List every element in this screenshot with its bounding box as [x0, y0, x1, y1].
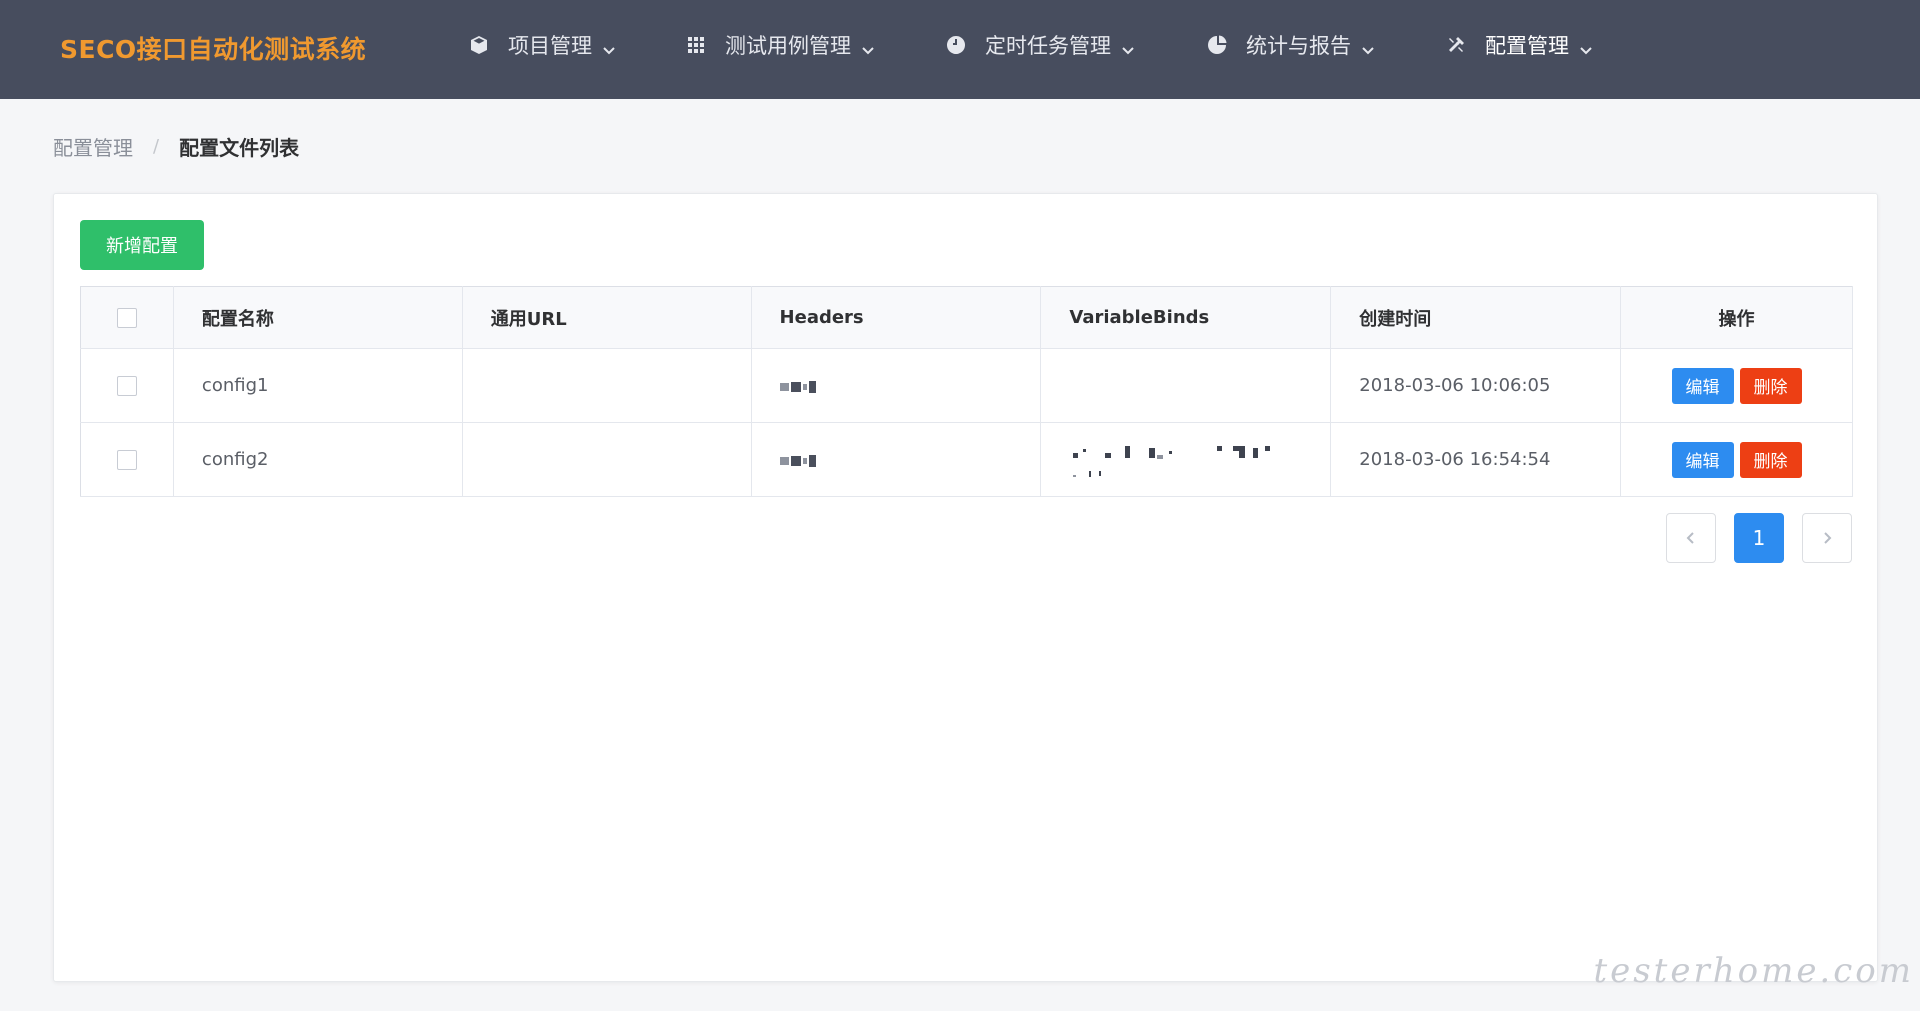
chevron-down-icon	[1579, 38, 1593, 55]
nav-label: 项目管理	[508, 34, 592, 58]
headers-cell	[751, 348, 1042, 423]
redacted-content	[779, 381, 816, 393]
grid-icon	[685, 34, 707, 56]
created-time-cell: 2018-03-06 10:06:05	[1330, 348, 1622, 423]
table-row: config1 2018-03-06 10:06:05 编辑 删除	[80, 348, 1853, 423]
redacted-content	[1069, 435, 1330, 485]
chevron-down-icon	[1361, 38, 1375, 55]
nav-config-management[interactable]: 配置管理	[1445, 28, 1593, 62]
breadcrumb-separator: /	[153, 136, 160, 157]
config-list-card: 新增配置 配置名称 通用URL Headers VariableBinds 创建…	[53, 193, 1878, 982]
actions-cell: 编辑 删除	[1620, 348, 1853, 423]
config-url-cell	[462, 348, 752, 423]
chevron-down-icon	[861, 38, 875, 55]
nav-label: 测试用例管理	[725, 34, 851, 58]
chevron-left-icon	[1686, 532, 1694, 544]
row-checkbox[interactable]	[116, 376, 137, 396]
pagination: 1	[1666, 513, 1852, 563]
nav-project-management[interactable]: 项目管理	[468, 28, 616, 62]
clock-icon	[945, 34, 967, 56]
created-time-cell: 2018-03-06 16:54:54	[1330, 422, 1622, 497]
column-header-variablebinds: VariableBinds	[1040, 286, 1332, 349]
column-header-created: 创建时间	[1330, 286, 1622, 349]
nav-label: 配置管理	[1485, 34, 1569, 58]
delete-button[interactable]: 删除	[1739, 367, 1802, 404]
tools-icon	[1445, 34, 1467, 56]
variablebinds-cell	[1040, 348, 1332, 423]
nav-scheduled-task-management[interactable]: 定时任务管理	[945, 28, 1135, 62]
top-navbar: SECO接口自动化测试系统 项目管理 测试用例管理 定时任务管理 统计与报告 配…	[0, 0, 1920, 99]
add-config-button[interactable]: 新增配置	[80, 220, 204, 270]
cube-icon	[468, 34, 490, 56]
pie-chart-icon	[1206, 34, 1228, 56]
breadcrumb-parent[interactable]: 配置管理	[53, 132, 133, 161]
watermark: testerhome.com	[1593, 951, 1914, 991]
nav-statistics-report[interactable]: 统计与报告	[1206, 28, 1375, 62]
config-table: 配置名称 通用URL Headers VariableBinds 创建时间 操作…	[80, 286, 1853, 497]
table-row: config2 2018-03-06 16:54:54 编辑 删除	[80, 422, 1853, 497]
redacted-content	[779, 455, 816, 467]
page-number-button[interactable]: 1	[1734, 513, 1784, 563]
nav-testcase-management[interactable]: 测试用例管理	[685, 28, 875, 62]
next-page-button[interactable]	[1802, 513, 1852, 563]
variablebinds-cell	[1040, 422, 1332, 497]
row-select-cell	[80, 348, 174, 423]
breadcrumb: 配置管理 / 配置文件列表	[53, 132, 299, 161]
column-header-url: 通用URL	[462, 286, 752, 349]
nav-label: 统计与报告	[1246, 34, 1351, 58]
chevron-down-icon	[1121, 38, 1135, 55]
row-select-cell	[80, 422, 174, 497]
headers-cell	[751, 422, 1042, 497]
column-header-name: 配置名称	[173, 286, 463, 349]
prev-page-button[interactable]	[1666, 513, 1716, 563]
nav-label: 定时任务管理	[985, 34, 1111, 58]
select-all-checkbox[interactable]	[116, 308, 137, 328]
row-checkbox[interactable]	[116, 450, 137, 470]
edit-button[interactable]: 编辑	[1671, 441, 1734, 478]
select-all-cell	[80, 286, 174, 349]
config-name-cell: config2	[173, 422, 463, 497]
delete-button[interactable]: 删除	[1739, 441, 1802, 478]
column-header-headers: Headers	[751, 286, 1042, 349]
actions-cell: 编辑 删除	[1620, 422, 1853, 497]
edit-button[interactable]: 编辑	[1671, 367, 1734, 404]
table-header-row: 配置名称 通用URL Headers VariableBinds 创建时间 操作	[80, 286, 1853, 349]
breadcrumb-current: 配置文件列表	[179, 136, 300, 160]
chevron-down-icon	[602, 38, 616, 55]
config-url-cell	[462, 422, 752, 497]
app-title[interactable]: SECO接口自动化测试系统	[60, 30, 366, 66]
column-header-actions: 操作	[1620, 286, 1853, 349]
chevron-right-icon	[1824, 532, 1832, 544]
config-name-cell: config1	[173, 348, 463, 423]
